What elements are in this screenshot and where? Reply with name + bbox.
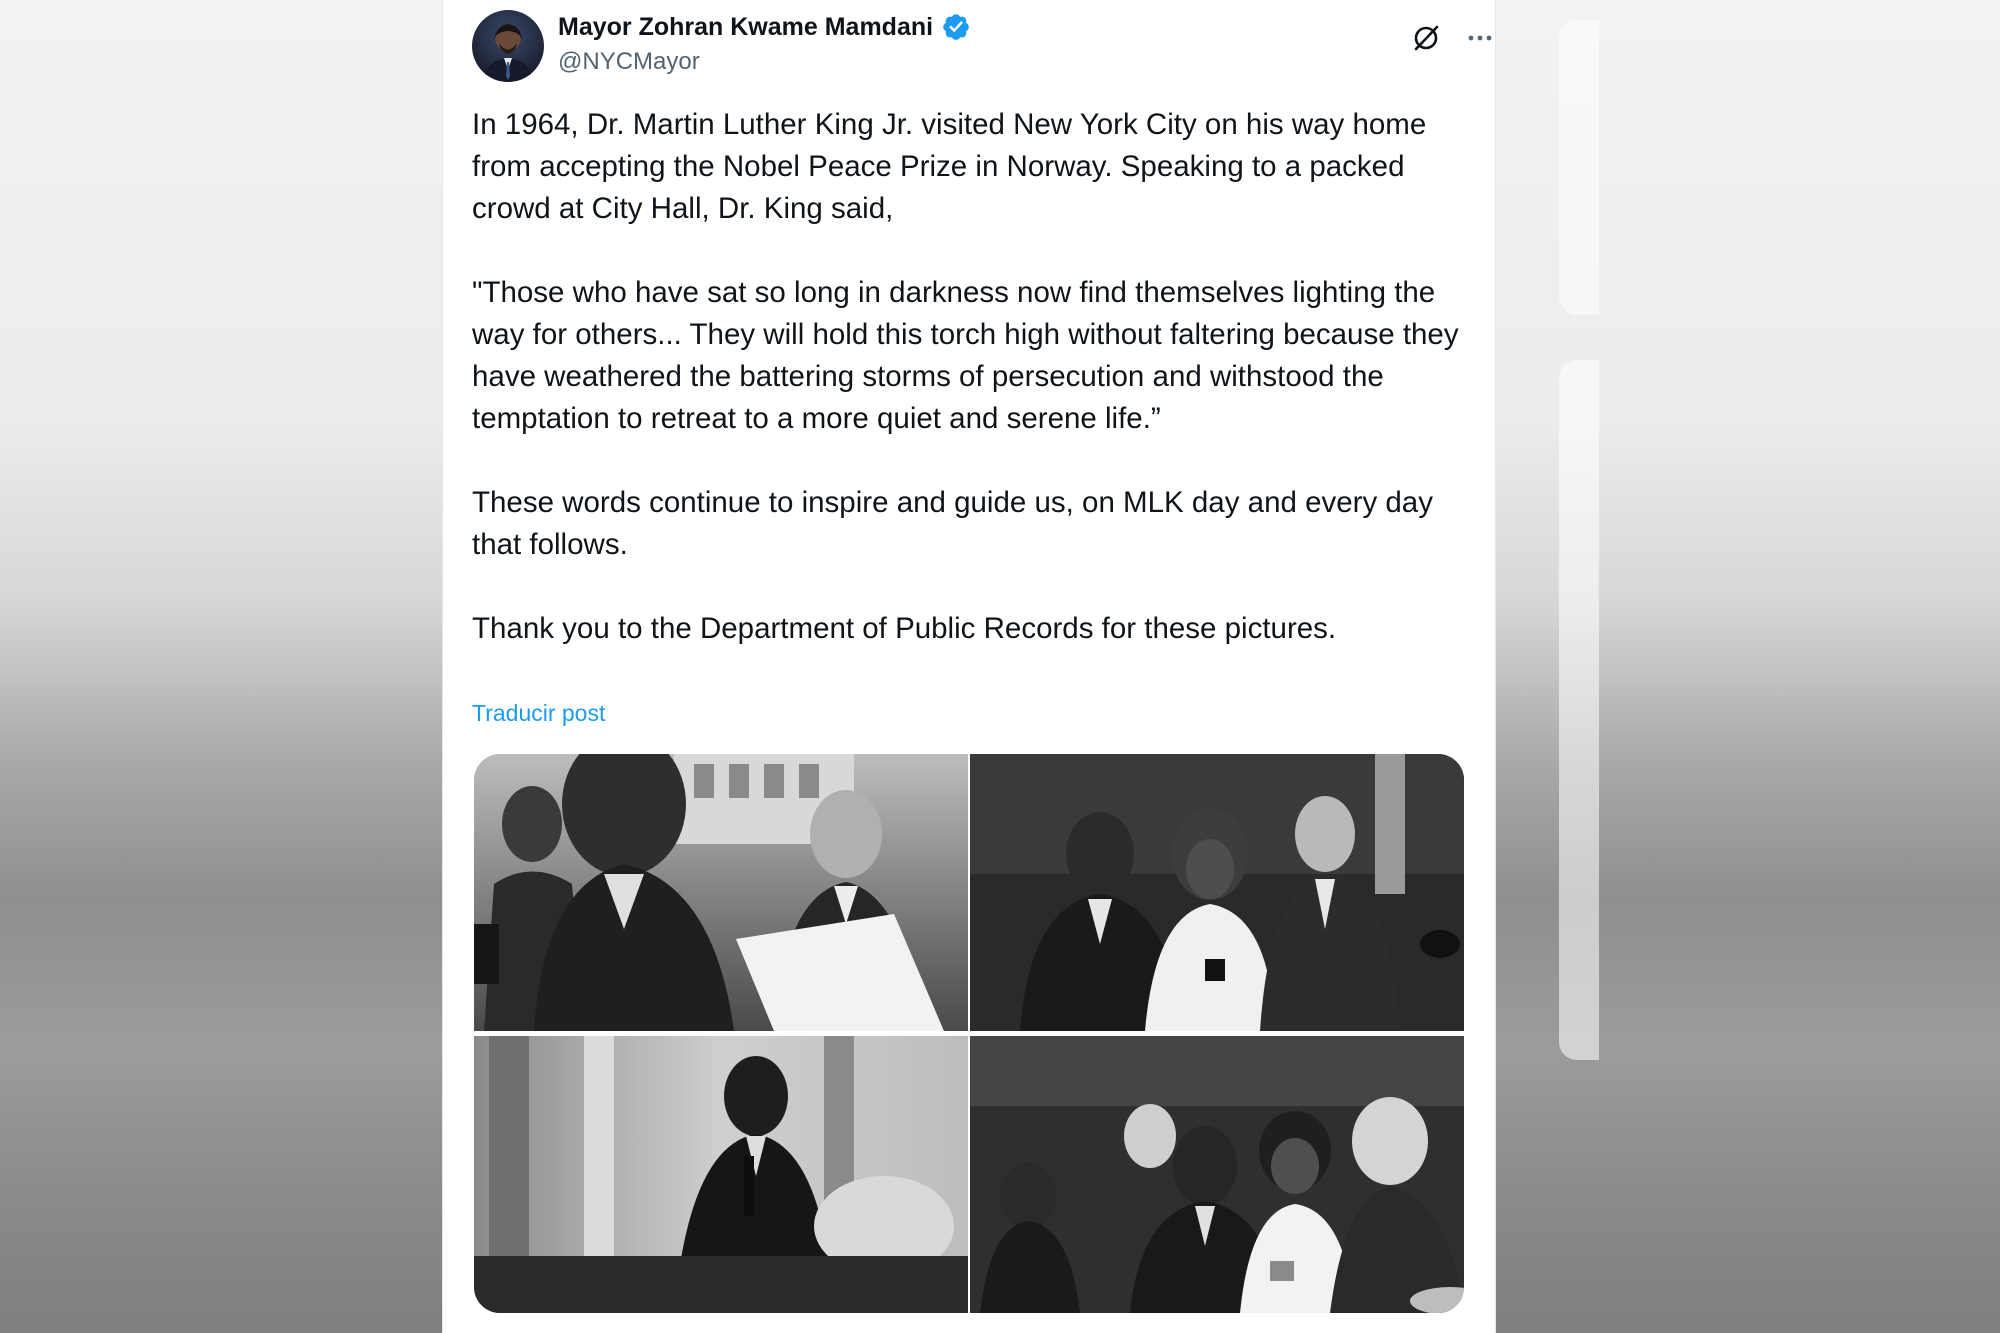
photo-3[interactable] bbox=[474, 1036, 968, 1313]
photo-4[interactable] bbox=[970, 1036, 1464, 1313]
post-paragraph-3: These words continue to inspire and guid… bbox=[472, 486, 1433, 561]
author-name-row[interactable]: Mayor Zohran Kwame Mamdani bbox=[558, 11, 971, 43]
adjacent-card-bottom bbox=[1559, 360, 1599, 1060]
avatar[interactable] bbox=[472, 10, 544, 82]
post-header: Mayor Zohran Kwame Mamdani @NYCMayor bbox=[472, 10, 1492, 82]
more-options-icon[interactable] bbox=[1464, 22, 1496, 54]
author-name[interactable]: Mayor Zohran Kwame Mamdani bbox=[558, 13, 933, 42]
photo-2[interactable] bbox=[970, 754, 1464, 1031]
media-grid bbox=[474, 754, 1464, 1313]
photo-1[interactable] bbox=[474, 754, 968, 1031]
grok-icon[interactable] bbox=[1410, 22, 1442, 54]
background-left bbox=[0, 0, 440, 1333]
verified-badge-icon bbox=[941, 12, 971, 42]
post-paragraph-2: "Those who have sat so long in darkness … bbox=[472, 276, 1459, 435]
post-text: In 1964, Dr. Martin Luther King Jr. visi… bbox=[472, 104, 1472, 650]
author-handle[interactable]: @NYCMayor bbox=[558, 48, 700, 76]
background-right bbox=[1559, 0, 2000, 1333]
post-paragraph-1: In 1964, Dr. Martin Luther King Jr. visi… bbox=[472, 108, 1427, 225]
post-card: Mayor Zohran Kwame Mamdani @NYCMayor In … bbox=[442, 0, 1496, 1333]
post-paragraph-4: Thank you to the Department of Public Re… bbox=[472, 612, 1337, 645]
translate-post-link[interactable]: Traducir post bbox=[472, 700, 605, 727]
adjacent-card-top bbox=[1559, 20, 1599, 315]
